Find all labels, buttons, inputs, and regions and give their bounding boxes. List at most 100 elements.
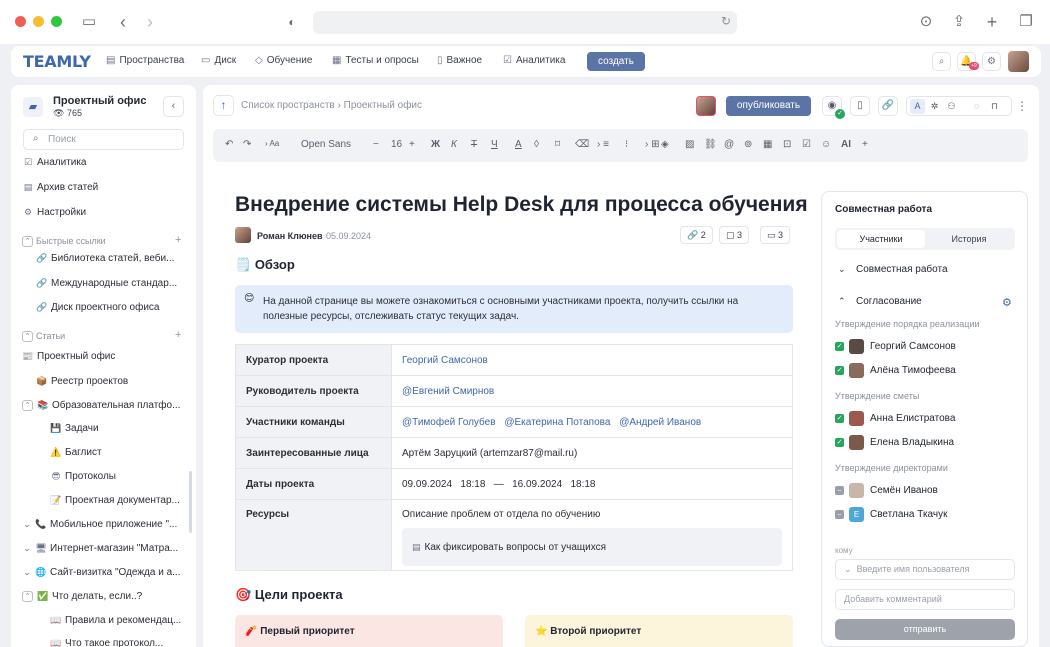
priority-card-2[interactable]: ⭐ Второй приоритет — [525, 615, 793, 647]
quick-link-item[interactable]: 🔗 Международные стандар... — [35, 278, 185, 289]
users-icon[interactable]: ⚇ — [944, 99, 959, 114]
underline-icon[interactable]: Ч — [491, 139, 498, 150]
reload-icon[interactable]: ↻ — [721, 14, 731, 28]
teamly-logo[interactable]: TEAMLY — [23, 52, 91, 71]
strikethrough-icon[interactable]: Т — [471, 139, 477, 150]
chevron-up-icon[interactable]: ⌃ — [22, 591, 33, 602]
sidebar-item-settings[interactable]: ⚙ Настройки — [21, 207, 86, 218]
image-icon[interactable]: ▨ — [685, 139, 694, 150]
add-block-icon[interactable]: + — [862, 139, 868, 150]
chevron-down-icon[interactable]: ⌄ — [22, 519, 32, 530]
mention-link[interactable]: @Евгений Смирнов — [402, 386, 494, 397]
recipient-select[interactable]: ⌄ Введите имя пользователя — [835, 559, 1015, 580]
approver-row[interactable]: – Семён Иванов — [835, 483, 938, 498]
insert-more-icon[interactable]: › ⊞ — [645, 139, 660, 150]
emoji-icon[interactable]: ☺ — [821, 139, 831, 150]
add-quick-link-button[interactable]: + — [175, 234, 181, 246]
nav-learning[interactable]: ◇ Обучение — [255, 55, 312, 66]
lock-icon[interactable]: ⊓ — [987, 99, 1002, 114]
approved-checkbox[interactable]: ✓ — [835, 414, 844, 423]
chevron-up-icon[interactable]: ⌃ — [22, 400, 33, 411]
highlight-icon[interactable]: ◊ — [534, 139, 539, 150]
checklist-icon[interactable]: ☑ — [802, 139, 811, 150]
article-item[interactable]: ⌄ 🌐 Сайт-визитка "Одежда и а... — [22, 567, 190, 578]
approver-row[interactable]: – E Светлана Ткачук — [835, 507, 947, 522]
list-icon[interactable]: ⁝ — [625, 139, 628, 150]
article-item[interactable]: ⌃ ✅ Что делать, если..? — [22, 591, 190, 602]
text-style-icon[interactable]: › Aa — [265, 139, 279, 148]
breadcrumb-root[interactable]: Список пространств — [241, 100, 335, 111]
comment-icon[interactable]: ◌ — [969, 99, 984, 114]
article-item[interactable]: ⌃ 📚 Образовательная платфо... — [22, 400, 190, 411]
maximize-window-button[interactable] — [51, 16, 62, 27]
shield-icon[interactable]: ◐ — [283, 13, 301, 31]
user-avatar[interactable] — [1008, 51, 1029, 72]
author-avatar[interactable] — [235, 227, 251, 243]
new-tab-icon[interactable]: + — [983, 13, 1001, 31]
article-item[interactable]: ⌄ 📞 Мобильное приложение "... — [22, 519, 190, 530]
article-item[interactable]: 📖 Правила и рекомендац... — [49, 615, 185, 626]
sidebar-scrollbar[interactable] — [189, 471, 192, 533]
notifications-icon[interactable]: 🔔 +9 — [957, 52, 979, 71]
minimize-window-button[interactable] — [33, 16, 44, 27]
forward-arrow-icon[interactable]: › — [141, 13, 159, 31]
approver-row[interactable]: ✓ Алёна Тимофеева — [835, 363, 956, 378]
bookmark-icon[interactable]: ▯ — [850, 96, 870, 116]
create-button[interactable]: создать — [587, 52, 645, 71]
chevron-down-icon[interactable]: ⌄ — [22, 543, 32, 554]
approval-section-toggle[interactable]: ⌃ Согласование — [838, 296, 922, 307]
mention-link[interactable]: @Екатерина Потапова — [504, 417, 610, 428]
paint-format-icon[interactable]: ⌑ — [555, 139, 560, 150]
article-item[interactable]: 📰 Проектный офис — [21, 351, 115, 362]
table-icon[interactable]: ▦ — [763, 139, 772, 150]
sidebar-search-input[interactable]: Поиск — [23, 129, 184, 150]
article-item[interactable]: ⚠️ Баглист — [49, 447, 101, 458]
bold-icon[interactable]: Ж — [431, 139, 440, 150]
add-article-button[interactable]: + — [175, 329, 181, 341]
article-item[interactable]: 😎 Протоколы — [49, 471, 116, 482]
eye-icon[interactable]: ◉ ✓ — [822, 96, 845, 119]
quick-link-item[interactable]: 🔗 Диск проектного офиса — [35, 302, 185, 313]
sidebar-toggle-icon[interactable]: ▭ — [80, 13, 98, 31]
pending-checkbox[interactable]: – — [835, 510, 844, 519]
mention-link[interactable]: @Тимофей Голубев — [402, 417, 496, 428]
pending-checkbox[interactable]: – — [835, 486, 844, 495]
collapse-sidebar-button[interactable]: ‹ — [163, 96, 184, 117]
author-name[interactable]: Роман Клюнев — [257, 231, 323, 241]
close-window-button[interactable] — [15, 16, 26, 27]
tab-participants[interactable]: Участники — [837, 230, 925, 248]
tabs-overview-icon[interactable]: ❐ — [1017, 13, 1035, 31]
article-item[interactable]: ⌄ 🖥 Интернет-магазин "Матра... — [22, 543, 190, 554]
mention-icon[interactable]: @ — [724, 139, 734, 150]
pages-count-chip[interactable]: ▢ 3 — [719, 226, 750, 244]
address-bar[interactable]: ↻ — [313, 11, 737, 34]
article-item[interactable]: 📝 Проектная документар... — [49, 495, 185, 506]
font-size-field[interactable]: 16 — [391, 139, 402, 150]
embed-icon[interactable]: ⊚ — [744, 139, 752, 150]
chevron-down-icon[interactable]: ⌄ — [22, 567, 32, 578]
ai-icon[interactable]: AI — [841, 139, 851, 150]
quick-links-section[interactable]: ⌃ Быстрые ссылки — [22, 236, 106, 248]
article-item[interactable]: 📦 Реестр проектов — [35, 376, 128, 387]
text-mode-icon[interactable]: A — [910, 99, 925, 114]
approved-checkbox[interactable]: ✓ — [835, 438, 844, 447]
gear-icon[interactable]: ⚙ — [1002, 296, 1012, 309]
resource-card[interactable]: ▤ Как фиксировать вопросы от учащихся — [402, 528, 782, 566]
font-select[interactable]: Open Sans — [301, 139, 351, 150]
nav-spaces[interactable]: ▤ Пространства — [106, 55, 184, 66]
mention-link[interactable]: @Андрей Иванов — [619, 417, 701, 428]
approved-checkbox[interactable]: ✓ — [835, 342, 844, 351]
back-arrow-icon[interactable]: ‹ — [114, 13, 132, 31]
code-icon[interactable]: ⊡ — [783, 139, 791, 150]
sidebar-item-archive[interactable]: ▤ Архив статей — [21, 182, 99, 193]
nav-important[interactable]: ▯ Важное — [437, 55, 482, 66]
editor-avatar[interactable] — [696, 96, 716, 116]
align-icon[interactable]: › ≡ — [597, 139, 609, 150]
person-link[interactable]: Георгий Самсонов — [402, 355, 488, 366]
increase-size-icon[interactable]: + — [409, 139, 415, 150]
clear-format-icon[interactable]: ⌫ — [575, 139, 589, 150]
up-arrow-button[interactable]: ↑ — [213, 95, 234, 116]
nav-disk[interactable]: ▭ Диск — [201, 55, 236, 66]
breadcrumb-current[interactable]: Проектный офис — [344, 100, 422, 111]
sidebar-item-analytics[interactable]: ☑ Аналитика — [21, 157, 87, 168]
